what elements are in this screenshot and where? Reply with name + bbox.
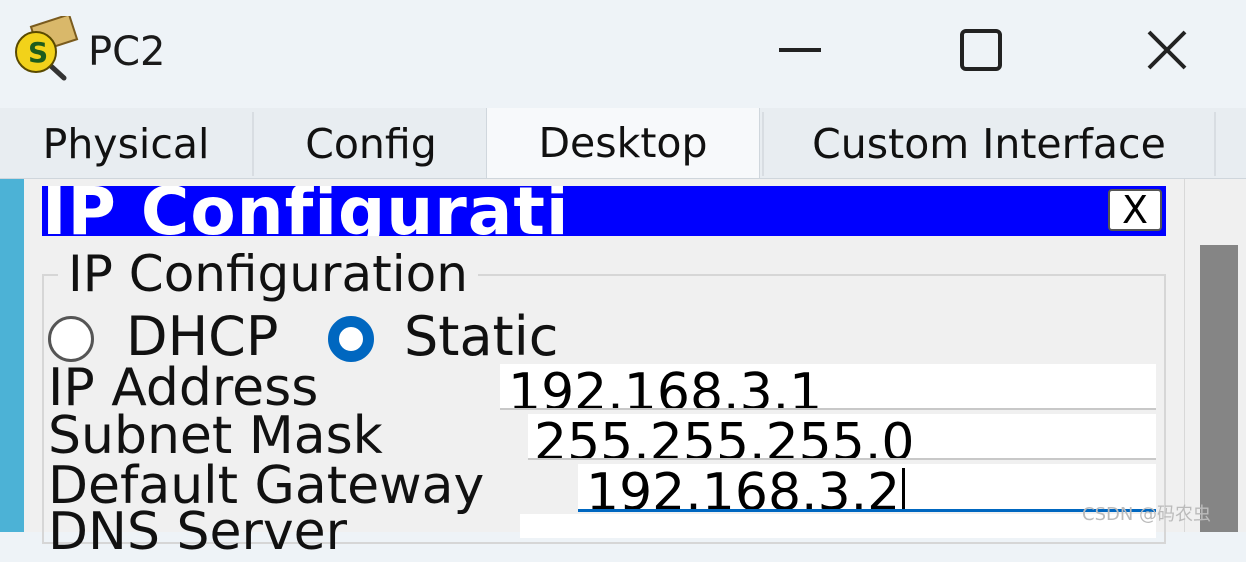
tab-physical[interactable]: Physical: [0, 112, 254, 176]
static-label[interactable]: Static: [404, 306, 558, 368]
ip-config-close-button[interactable]: X: [1108, 189, 1162, 231]
close-icon: [1147, 30, 1187, 70]
tab-bar: Physical Config Desktop Custom Interface: [0, 108, 1246, 179]
ip-config-header: IP Configuratio X: [42, 186, 1166, 236]
group-label: IP Configuration: [58, 244, 478, 304]
scrollbar-thumb[interactable]: [1200, 245, 1238, 532]
svg-text:S: S: [28, 36, 48, 69]
close-button[interactable]: [1124, 18, 1210, 82]
tab-custom-interface[interactable]: Custom Interface: [762, 112, 1216, 176]
minimize-button[interactable]: [757, 18, 843, 82]
maximize-icon: [960, 29, 1002, 71]
subnet-mask-input[interactable]: 255.255.255.0: [528, 414, 1156, 460]
dns-server-input[interactable]: [520, 514, 1156, 538]
maximize-button[interactable]: [938, 18, 1024, 82]
text-caret: [902, 468, 906, 509]
default-gateway-input[interactable]: 192.168.3.2: [578, 464, 1156, 512]
window-title: PC2: [88, 29, 166, 75]
tab-desktop[interactable]: Desktop: [486, 108, 760, 178]
left-border-strip: [0, 179, 24, 532]
packet-tracer-pc-icon: S: [12, 13, 82, 82]
ip-configuration-window: IP Configuratio X IP Configuration DHCP …: [42, 186, 1166, 560]
minimize-icon: [779, 48, 821, 52]
watermark: CSDN @码农虫: [1082, 504, 1212, 525]
static-radio[interactable]: [328, 316, 374, 362]
dhcp-radio[interactable]: [48, 316, 94, 362]
title-bar: S PC2: [0, 0, 1246, 108]
default-gateway-value: 192.168.3.2: [586, 464, 901, 512]
desktop-content: IP Configuratio X IP Configuration DHCP …: [0, 179, 1246, 560]
ip-address-input[interactable]: 192.168.3.1: [500, 364, 1156, 410]
ip-config-title: IP Configuratio: [42, 186, 572, 236]
tab-config[interactable]: Config: [256, 112, 486, 176]
dns-server-label: DNS Server: [48, 502, 347, 562]
